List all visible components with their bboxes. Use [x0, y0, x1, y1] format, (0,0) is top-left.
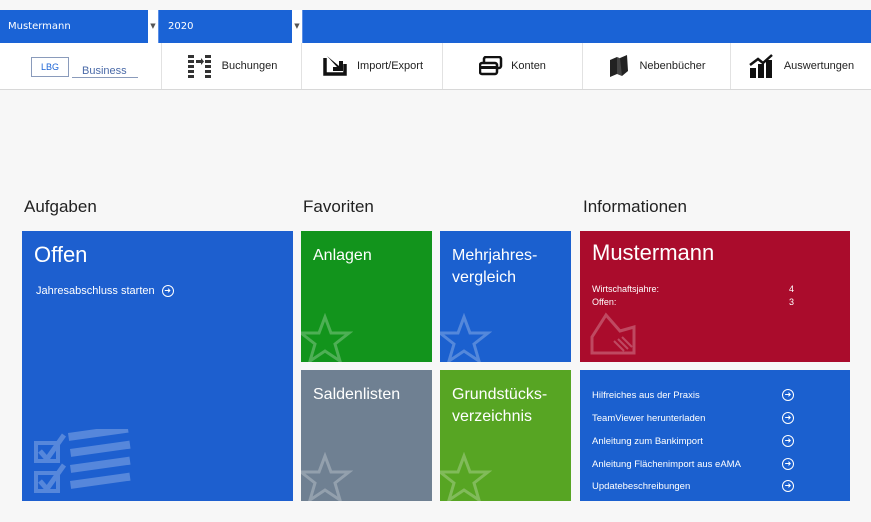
farmhouse-icon: [590, 312, 636, 355]
import-export-icon: [323, 56, 347, 76]
tile-offen-title: Offen: [34, 242, 88, 267]
logo-text: Business: [82, 65, 127, 77]
arrow-circle-icon: ➜: [782, 435, 794, 447]
section-heading-informationen: Informationen: [583, 197, 687, 216]
checklist-icon: [34, 429, 131, 494]
info-link-updatebeschreibungen[interactable]: Updatebeschreibungen ➜: [592, 480, 794, 492]
jahresabschluss-starten-link[interactable]: Jahresabschluss starten ➜: [36, 285, 174, 297]
logo-badge: LBG: [31, 57, 69, 77]
wirtschaftsjahre-label: Wirtschaftsjahre:: [592, 284, 660, 294]
offen-label: Offen:: [592, 297, 617, 307]
info-link-hilfreiches[interactable]: Hilfreiches aus der Praxis ➜: [592, 389, 794, 401]
chevron-down-icon[interactable]: ▼: [292, 10, 302, 43]
nav-konten[interactable]: Konten: [443, 43, 583, 89]
arrow-circle-icon: ➜: [782, 412, 794, 424]
tile-saldenlisten-title: Saldenlisten: [313, 386, 401, 403]
jahresabschluss-starten-label: Jahresabschluss starten: [36, 285, 155, 297]
ledger-stack-icon: [187, 55, 211, 78]
books-icon: [610, 55, 629, 77]
arrow-circle-icon: ➜: [161, 285, 174, 297]
nav-import-export-label: Import/Export: [356, 60, 424, 72]
info-link-label: Anleitung Flächenimport aus eAMA: [592, 459, 741, 470]
tile-grundstuecksverzeichnis-title: Grundstücks- verzeichnis: [452, 384, 547, 428]
nav-buchungen[interactable]: Buchungen: [162, 43, 302, 89]
tile-info-links: Hilfreiches aus der Praxis ➜ TeamViewer …: [580, 370, 850, 501]
tile-anlagen[interactable]: Anlagen: [301, 231, 432, 362]
star-icon: [440, 313, 492, 362]
tile-mehrjahresvergleich-line2: vergleich: [452, 269, 517, 286]
mandant-name: Mustermann: [592, 240, 715, 265]
tile-mehrjahresvergleich[interactable]: Mehrjahres- vergleich: [440, 231, 571, 362]
tile-mandant-info[interactable]: Mustermann Wirtschaftsjahre: 4 Offen: 3: [580, 231, 850, 362]
arrow-circle-icon: ➜: [782, 389, 794, 401]
offen-value: 3: [789, 297, 795, 307]
chevron-down-icon[interactable]: ▼: [148, 10, 158, 43]
wirtschaftsjahre-value: 4: [789, 284, 795, 294]
user-select-value: Mustermann: [8, 21, 71, 32]
info-link-label: Anleitung zum Bankimport: [592, 436, 703, 447]
nav-nebenbuecher-label: Nebenbücher: [639, 60, 706, 72]
tile-grundstuecksverzeichnis[interactable]: Grundstücks- verzeichnis: [440, 370, 571, 501]
info-link-teamviewer[interactable]: TeamViewer herunterladen ➜: [592, 412, 794, 424]
info-link-flaechenimport[interactable]: Anleitung Flächenimport aus eAMA ➜: [592, 458, 794, 470]
user-select[interactable]: Mustermann ▼: [0, 10, 159, 43]
nav-konten-label: Konten: [511, 60, 546, 72]
arrow-circle-icon: ➜: [782, 480, 794, 492]
tile-mehrjahresvergleich-title: Mehrjahres- vergleich: [452, 245, 537, 289]
star-icon: [440, 452, 492, 501]
tile-grundstuecksverzeichnis-line2: verzeichnis: [452, 408, 533, 425]
nav-nebenbuecher[interactable]: Nebenbücher: [583, 43, 731, 89]
nav-auswertungen[interactable]: Auswertungen: [731, 43, 871, 89]
wirtschaftsjahre-row: Wirtschaftsjahre: 4: [592, 284, 795, 294]
info-link-label: TeamViewer herunterladen: [592, 413, 706, 424]
info-link-bankimport[interactable]: Anleitung zum Bankimport ➜: [592, 435, 794, 447]
info-link-label: Hilfreiches aus der Praxis: [592, 390, 700, 401]
arrow-circle-icon: ➜: [782, 458, 794, 470]
star-icon: [301, 313, 353, 362]
section-heading-favoriten: Favoriten: [303, 197, 374, 216]
tile-saldenlisten[interactable]: Saldenlisten: [301, 370, 432, 501]
tile-anlagen-title: Anlagen: [313, 247, 372, 264]
offen-row: Offen: 3: [592, 297, 795, 307]
tile-grundstuecksverzeichnis-line1: Grundstücks-: [452, 386, 548, 403]
lbg-business-logo[interactable]: LBG Business: [0, 43, 162, 89]
top-selector-bar: Mustermann ▼ 2020 ▼: [0, 10, 871, 43]
cards-icon: [479, 56, 503, 76]
chart-trend-icon: [749, 54, 773, 78]
nav-import-export[interactable]: Import/Export: [302, 43, 443, 89]
star-icon: [301, 452, 353, 501]
main-navigation: LBG Business Buchungen Import/Export Kon…: [0, 43, 871, 90]
tile-offen[interactable]: Offen Jahresabschluss starten ➜: [22, 231, 293, 501]
tile-mehrjahresvergleich-line1: Mehrjahres-: [452, 247, 538, 264]
year-select[interactable]: 2020 ▼: [160, 10, 303, 43]
nav-buchungen-label: Buchungen: [221, 60, 278, 72]
section-heading-aufgaben: Aufgaben: [24, 197, 97, 216]
nav-auswertungen-label: Auswertungen: [783, 60, 855, 72]
info-link-label: Updatebeschreibungen: [592, 481, 691, 492]
year-select-value: 2020: [168, 21, 194, 32]
logo-underline: [72, 77, 138, 78]
